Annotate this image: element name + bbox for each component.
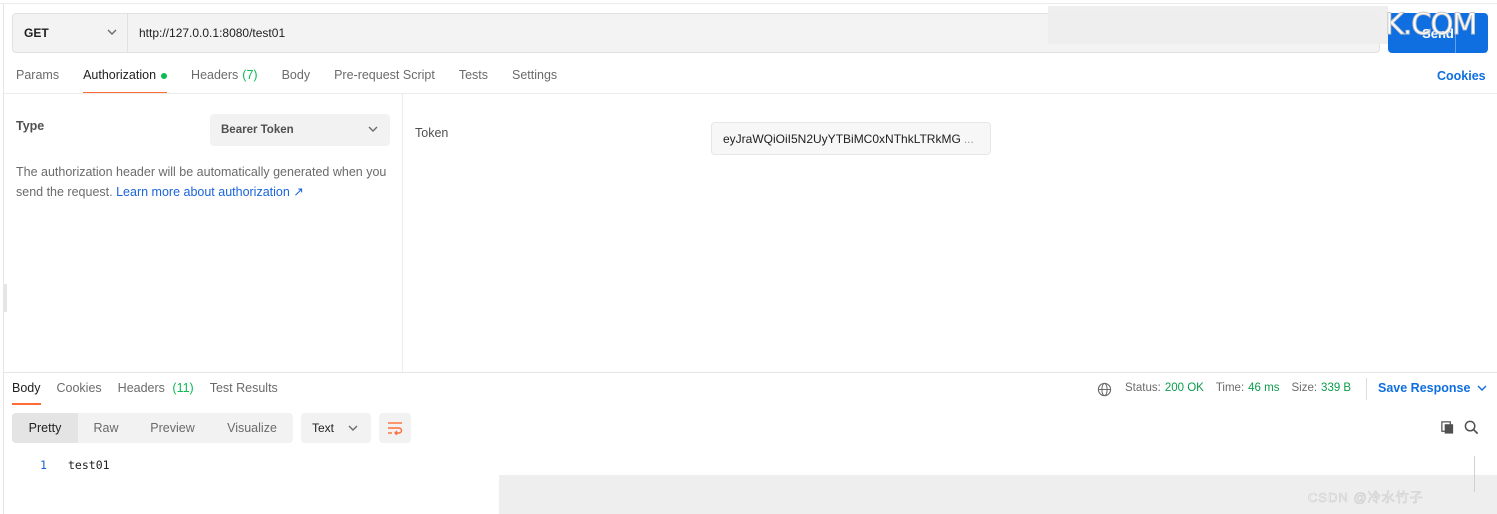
url-input[interactable]: http://127.0.0.1:8080/test01 xyxy=(139,14,285,52)
auth-type-select[interactable]: Bearer Token xyxy=(210,114,390,146)
view-visualize[interactable]: Visualize xyxy=(211,413,293,443)
tab-tests-label: Tests xyxy=(458,68,488,82)
time-value: 46 ms xyxy=(1248,382,1280,394)
response-tab-body-label: Body xyxy=(12,381,41,395)
tab-prerequest-label: Pre-request Script xyxy=(334,68,435,82)
save-response-label: Save Response xyxy=(1378,381,1471,395)
copy-icon[interactable] xyxy=(1440,420,1455,435)
response-tab-cookies[interactable]: Cookies xyxy=(57,381,102,405)
scroll-bracket xyxy=(1474,456,1488,492)
response-view-switcher: Pretty Raw Preview Visualize xyxy=(12,413,293,443)
tab-params-label: Params xyxy=(16,68,60,82)
token-ellipsis: ... xyxy=(963,131,974,146)
response-tab-cookies-label: Cookies xyxy=(56,381,102,395)
response-body-line[interactable]: test01 xyxy=(68,458,110,472)
format-value: Text xyxy=(312,421,335,435)
globe-icon[interactable] xyxy=(1097,382,1112,397)
time-meta[interactable]: Time: 46 ms xyxy=(1216,382,1280,394)
search-icon[interactable] xyxy=(1464,420,1479,435)
tab-authorization[interactable]: Authorization xyxy=(83,68,168,94)
token-input[interactable]: eyJraWQiOiI5N2UyYTBiMC0xNThkLTRkMG... xyxy=(711,122,991,155)
chevron-down-icon xyxy=(368,126,378,132)
response-divider[interactable] xyxy=(4,372,1497,373)
auth-type-value: Bearer Token xyxy=(221,124,294,136)
response-tab-test-results-label: Test Results xyxy=(209,381,278,395)
method-select[interactable]: GET xyxy=(13,14,128,52)
view-raw[interactable]: Raw xyxy=(78,413,134,443)
tab-headers-count: (7) xyxy=(242,68,258,82)
tab-headers[interactable]: Headers (7) xyxy=(191,68,258,94)
time-label: Time: xyxy=(1215,382,1245,394)
resize-handle[interactable] xyxy=(4,284,7,312)
format-select[interactable]: Text xyxy=(301,413,371,443)
response-tab-headers[interactable]: Headers (11) xyxy=(118,381,194,405)
token-label: Token xyxy=(415,126,449,140)
response-tab-headers-label: Headers xyxy=(117,381,165,395)
size-value: 339 B xyxy=(1321,382,1352,394)
response-tab-body[interactable]: Body xyxy=(12,381,41,405)
tab-authorization-label: Authorization xyxy=(83,68,157,82)
chevron-down-icon xyxy=(107,29,117,35)
watermark-overlay xyxy=(1048,6,1388,44)
status-label: Status: xyxy=(1125,382,1161,394)
tab-settings-label: Settings xyxy=(512,68,558,82)
response-tab-test-results[interactable]: Test Results xyxy=(210,381,278,405)
tab-prerequest-script[interactable]: Pre-request Script xyxy=(334,68,435,94)
response-tab-headers-count: (11) xyxy=(172,381,194,395)
meta-divider xyxy=(1366,378,1367,400)
status-value: 200 OK xyxy=(1164,382,1204,394)
size-meta[interactable]: Size: 339 B xyxy=(1291,382,1351,394)
watermark-top: K.COM xyxy=(1384,7,1477,42)
tab-tests[interactable]: Tests xyxy=(459,68,488,94)
wrap-lines-button[interactable] xyxy=(379,413,411,443)
tab-body[interactable]: Body xyxy=(282,68,311,94)
view-pretty[interactable]: Pretty xyxy=(12,413,78,443)
size-label: Size: xyxy=(1291,382,1318,394)
window-top-edge xyxy=(0,0,1497,4)
wrap-lines-icon xyxy=(388,422,403,435)
chevron-down-icon xyxy=(1477,385,1487,391)
response-meta: Status: 200 OK Time: 46 ms Size: 339 B xyxy=(1125,382,1363,394)
auth-type-pane: Type Bearer Token The authorization head… xyxy=(4,94,403,372)
watermark-bottom: CSDN @冷水竹子 xyxy=(1308,490,1424,506)
chevron-down-icon xyxy=(348,425,358,431)
response-tabs: Body Cookies Headers (11) Test Results xyxy=(12,381,294,405)
cookies-link[interactable]: Cookies xyxy=(1437,69,1486,83)
tab-settings[interactable]: Settings xyxy=(512,68,557,94)
learn-more-link[interactable]: Learn more about authorization ↗ xyxy=(116,185,304,199)
auth-type-label: Type xyxy=(16,119,45,133)
view-preview[interactable]: Preview xyxy=(134,413,211,443)
line-number: 1 xyxy=(40,458,47,472)
tab-headers-label: Headers xyxy=(191,68,239,82)
method-label: GET xyxy=(24,26,49,40)
token-value: eyJraWQiOiI5N2UyYTBiMC0xNThkLTRkMG xyxy=(723,131,961,146)
status-meta[interactable]: Status: 200 OK xyxy=(1125,382,1204,394)
auth-description: The authorization header will be automat… xyxy=(16,162,391,202)
tab-params[interactable]: Params xyxy=(16,68,59,94)
save-response-button[interactable]: Save Response xyxy=(1378,381,1487,395)
tab-body-label: Body xyxy=(281,68,311,82)
request-tabs: Params Authorization Headers (7) Body Pre… xyxy=(16,68,581,94)
active-indicator-dot xyxy=(161,73,168,79)
